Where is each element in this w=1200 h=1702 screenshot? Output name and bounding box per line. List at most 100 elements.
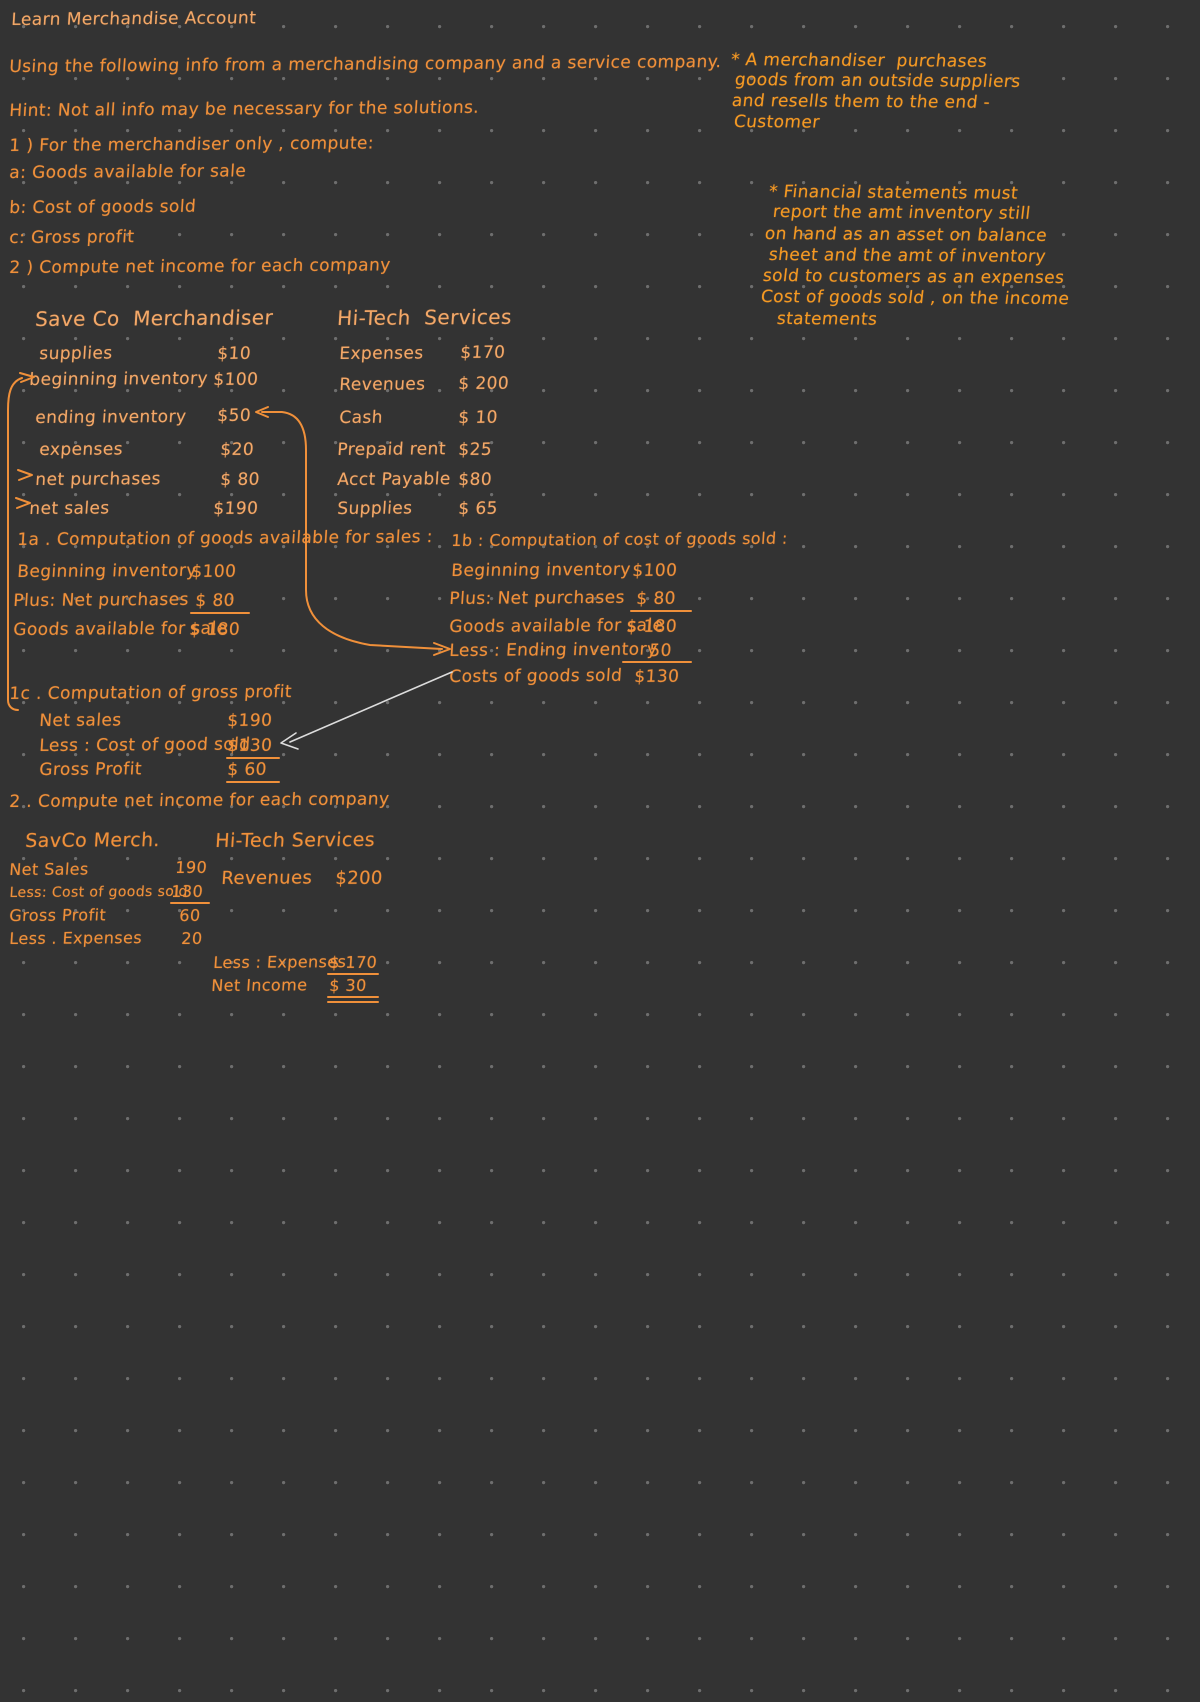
row-value: $100 <box>190 561 237 583</box>
row-label: Net sales <box>38 710 123 732</box>
row-label: Less . Expenses <box>8 928 143 949</box>
row-value: $130 <box>633 666 680 688</box>
row-label: Expenses <box>338 343 425 365</box>
row-value: 130 <box>170 881 204 902</box>
row-label: Less: Cost of goods sold <box>8 883 189 902</box>
row-label: Beginning inventory <box>16 560 198 583</box>
question-2: 2 ) Compute net income for each company <box>8 255 392 279</box>
row-label: Less : Expenses <box>212 952 347 973</box>
note-line: statements <box>775 309 879 330</box>
row-label: Less : Cost of good sold <box>38 734 252 757</box>
total-rule <box>327 996 379 998</box>
subtotal-rule <box>630 610 692 612</box>
solution-1a-heading: 1a . Computation of goods available for … <box>16 527 434 551</box>
note-line: Cost of goods sold , on the income <box>759 287 1071 310</box>
row-value: $80 <box>457 469 493 491</box>
part2-service-heading: Hi-Tech Services <box>214 828 376 853</box>
part-2-heading: 2 . Compute net income for each company <box>8 789 391 813</box>
row-value: $100 <box>212 369 259 391</box>
note-line: * Financial statements must <box>767 182 1020 204</box>
subtotal-rule <box>327 973 379 975</box>
row-value: $170 <box>459 342 506 364</box>
row-value: $ 180 <box>188 619 241 641</box>
total-rule <box>226 781 280 783</box>
arrowhead-ending-inventory-target <box>433 642 451 656</box>
row-value: $ 80 <box>219 469 261 491</box>
page-title: Learn Merchandise Account <box>10 8 257 31</box>
row-label: Beginning inventory <box>450 559 632 582</box>
row-value: $ 65 <box>457 498 499 520</box>
row-label: beginning inventory <box>28 368 209 391</box>
row-label: supplies <box>38 343 114 365</box>
row-value: $ 10 <box>457 407 499 429</box>
row-label: Net Income <box>210 975 309 996</box>
merchandiser-heading: Save Co Merchandiser <box>34 305 274 332</box>
row-label: Revenues <box>338 374 427 396</box>
row-label: Cash <box>338 407 384 429</box>
service-heading: Hi-Tech Services <box>336 304 513 331</box>
arrowhead-net-purchases <box>17 469 33 481</box>
total-rule <box>622 661 692 663</box>
row-value: $ 80 <box>194 590 236 612</box>
handwritten-note-sheet: Learn Merchandise Account Using the foll… <box>0 0 1200 1702</box>
row-label: Less : Ending inventory <box>448 639 658 662</box>
question-1c: c: Gross profit <box>8 227 135 249</box>
row-label: expenses <box>38 439 124 461</box>
row-value: 50 <box>648 640 673 662</box>
row-label: Prepaid rent <box>336 439 447 461</box>
arrowhead-ending-inventory-source <box>255 406 269 418</box>
intro-line-2: Hint: Not all info may be necessary for … <box>8 97 480 122</box>
row-label: Revenues <box>220 867 313 890</box>
row-label: Plus: Net purchases <box>448 587 626 610</box>
solution-1c-heading: 1c . Computation of gross profit <box>8 682 293 705</box>
question-1b: b: Cost of goods sold <box>8 196 197 219</box>
row-label: net purchases <box>34 469 162 491</box>
row-value: 190 <box>174 857 208 878</box>
total-rule-double <box>327 1001 379 1003</box>
row-value: $190 <box>212 498 259 520</box>
row-value: $ 60 <box>226 759 268 781</box>
note-line: goods from an outside suppliers <box>733 70 1022 92</box>
row-value: $10 <box>216 343 252 365</box>
row-value: $25 <box>457 439 493 461</box>
arrowhead-cogs-transfer <box>280 732 299 750</box>
row-label: Plus: Net purchases <box>12 589 190 612</box>
row-value: $ 180 <box>625 616 678 638</box>
row-label: Gross Profit <box>38 759 143 781</box>
row-value: $200 <box>334 867 384 890</box>
intro-line-1: Using the following info from a merchand… <box>8 52 723 78</box>
note-line: Customer <box>732 112 821 133</box>
row-label: Net Sales <box>8 859 90 880</box>
row-value: $ 30 <box>328 975 368 996</box>
cogs-transfer-arrow <box>289 671 453 743</box>
row-value: 60 <box>178 905 202 926</box>
row-value: $50 <box>216 405 252 427</box>
solution-1b-heading: 1b : Computation of cost of goods sold : <box>450 528 789 551</box>
note-line: on hand as an asset on balance <box>763 224 1049 246</box>
subtotal-rule <box>170 902 210 904</box>
row-value: $ 170 <box>328 952 378 973</box>
row-value: $20 <box>219 439 255 461</box>
row-value: $130 <box>226 735 273 757</box>
row-label: net sales <box>28 498 111 520</box>
row-label: Acct Payable <box>336 469 452 491</box>
row-value: $ 200 <box>457 373 510 395</box>
question-1a: a: Goods available for sale <box>8 161 247 184</box>
row-label: Supplies <box>336 498 414 520</box>
row-value: $ 80 <box>635 588 677 610</box>
row-value: $100 <box>631 560 678 582</box>
note-line: and resells them to the end - <box>730 91 992 113</box>
row-value: $190 <box>226 710 273 732</box>
question-1: 1 ) For the merchandiser only , compute: <box>8 133 375 157</box>
part2-merchandiser-heading: SavCo Merch. <box>24 829 161 853</box>
note-line: report the amt inventory still <box>771 202 1032 224</box>
subtotal-rule <box>226 757 280 759</box>
arrowhead-net-sales <box>15 497 31 509</box>
note-line: sold to customers as an expenses <box>761 266 1066 289</box>
note-line: * A merchandiser purchases <box>729 50 989 72</box>
note-line: sheet and the amt of inventory <box>767 245 1048 267</box>
row-label: ending inventory <box>34 406 188 429</box>
row-label: Costs of goods sold <box>448 665 623 688</box>
subtotal-rule <box>190 612 250 614</box>
row-label: Gross Profit <box>8 905 107 926</box>
